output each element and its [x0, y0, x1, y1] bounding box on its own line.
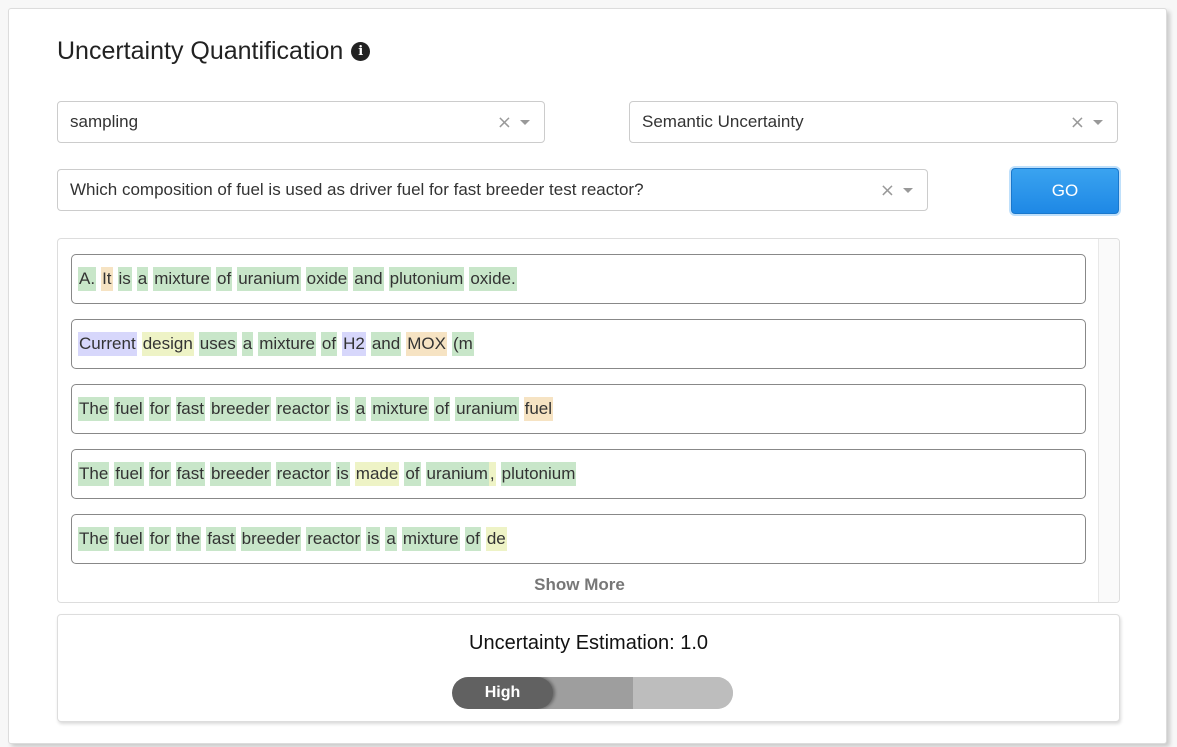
metric-select[interactable]: Semantic Uncertainty × [629, 101, 1118, 143]
metric-select-value: Semantic Uncertainty [642, 112, 804, 131]
info-circle-icon[interactable]: i [351, 42, 371, 61]
response-token: is [366, 527, 381, 551]
response-token: the [175, 527, 202, 551]
response-item[interactable]: A. It is a mixture of uranium oxide and plutonium… [71, 254, 1086, 304]
response-token: A. [78, 267, 97, 291]
response-token: uses [198, 332, 237, 356]
response-item[interactable]: The fuel for fast breeder reactor is a mixture of… [71, 384, 1086, 434]
response-token: , [488, 462, 496, 486]
response-token: for [148, 397, 171, 421]
response-item[interactable]: The fuel for fast breeder reactor is made of uran… [71, 449, 1086, 499]
response-token: uranium [455, 397, 519, 421]
response-token: made [354, 462, 400, 486]
response-token: breeder [209, 462, 271, 486]
response-token: fuel [523, 397, 554, 421]
response-token: It [101, 267, 113, 291]
response-token: mixture [153, 267, 211, 291]
response-token: mixture [401, 527, 460, 551]
response-token: a [241, 332, 254, 356]
response-token: and [353, 267, 384, 291]
response-token: and [370, 332, 402, 356]
response-item[interactable]: The fuel for the fast breeder reactor is a mixtur… [71, 514, 1086, 564]
response-token: uranium [237, 267, 301, 291]
response-token: for [148, 527, 171, 551]
response-token: a [136, 267, 149, 291]
response-token: of [216, 267, 233, 291]
response-token: plutonium [388, 267, 465, 291]
response-token: breeder [240, 527, 302, 551]
response-token: The [78, 462, 110, 486]
response-token: The [78, 527, 110, 551]
method-dropdown-icon[interactable] [520, 119, 530, 125]
level-high-segment: High [452, 677, 553, 709]
panel-title-text: Uncertainty Quantification [57, 37, 344, 65]
level-low-segment [633, 677, 733, 709]
question-clear-icon[interactable]: × [880, 180, 895, 201]
response-token: de [485, 527, 507, 551]
estimation-panel: Uncertainty Estimation: 1.0 High [57, 614, 1120, 722]
response-token: reactor [306, 527, 362, 551]
uncertainty-level-meter: High [452, 677, 733, 709]
response-token: is [335, 397, 350, 421]
method-select-value: sampling [70, 112, 139, 131]
metric-clear-icon[interactable]: × [1070, 112, 1085, 133]
go-button[interactable]: GO [1011, 168, 1119, 214]
response-token: of [433, 397, 451, 421]
response-token: H2 [342, 332, 366, 356]
method-clear-icon[interactable]: × [497, 112, 512, 133]
response-item[interactable]: Current design uses a mixture of H2 and MOX (m [71, 319, 1086, 369]
response-token: of [320, 332, 338, 356]
uncertainty-panel: Uncertainty Quantification i sampling × … [8, 8, 1167, 744]
response-token: fuel [114, 397, 144, 421]
response-token: of [464, 527, 481, 551]
response-token: of [404, 462, 421, 486]
response-token: is [335, 462, 350, 486]
response-token: fast [206, 527, 236, 551]
response-token: reactor [275, 462, 331, 486]
response-token: a [354, 397, 367, 421]
response-token: plutonium [500, 462, 577, 486]
response-token: (m [451, 332, 474, 356]
response-token: for [148, 462, 171, 486]
response-token: a [385, 527, 397, 551]
response-token: MOX [406, 332, 447, 356]
response-token: fuel [114, 527, 144, 551]
response-token: mixture [258, 332, 316, 356]
response-token: uranium [425, 462, 489, 486]
response-token: fast [175, 397, 205, 421]
response-token: reactor [275, 397, 331, 421]
response-token: The [78, 397, 110, 421]
response-token: is [117, 267, 132, 291]
response-token: design [141, 332, 194, 356]
question-select-value: Which composition of fuel is used as dri… [70, 180, 644, 199]
method-select[interactable]: sampling × [57, 101, 545, 143]
panel-title: Uncertainty Quantification i [57, 37, 371, 66]
response-token: oxide [305, 267, 349, 291]
estimation-label: Uncertainty Estimation: 1.0 [469, 632, 708, 654]
responses-panel: A. It is a mixture of uranium oxide and plutonium… [57, 238, 1120, 603]
question-select[interactable]: Which composition of fuel is used as dri… [57, 169, 928, 211]
response-token: breeder [209, 397, 271, 421]
response-token: Current [78, 332, 137, 356]
response-token: oxide. [469, 267, 517, 291]
question-dropdown-icon[interactable] [903, 187, 913, 193]
responses-scrollbar[interactable] [1098, 239, 1119, 602]
show-more-button[interactable]: Show More [58, 575, 1101, 595]
response-token: fuel [114, 462, 144, 486]
response-token: mixture [371, 397, 429, 421]
metric-dropdown-icon[interactable] [1093, 119, 1103, 125]
response-token: fast [175, 462, 205, 486]
